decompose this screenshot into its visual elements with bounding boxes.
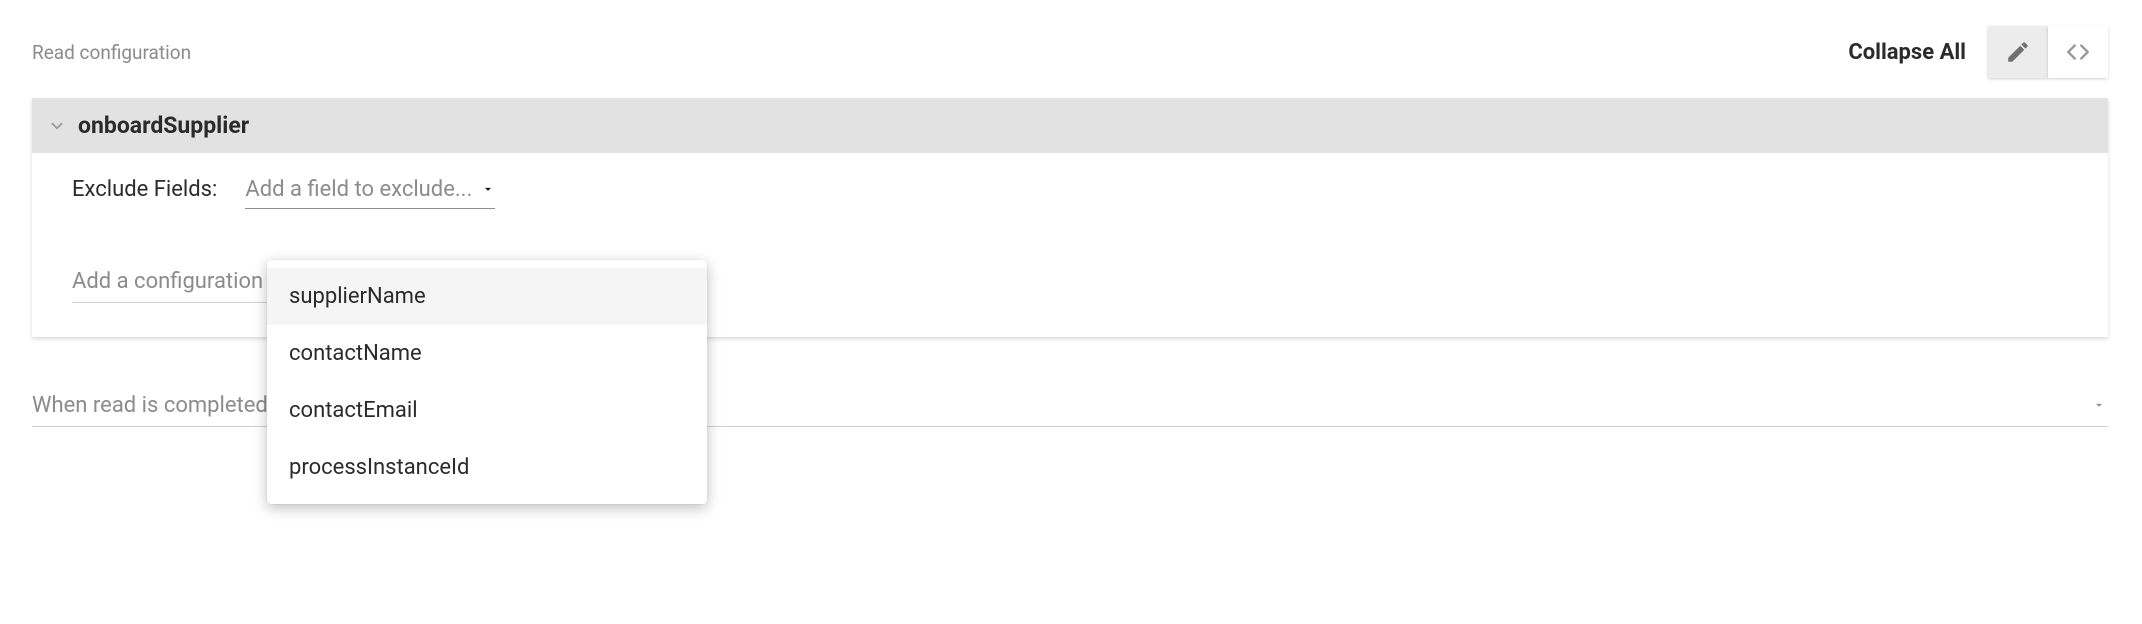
exclude-fields-placeholder: Add a field to exclude... (245, 177, 472, 202)
chevron-down-icon (46, 117, 68, 135)
caret-down-icon (481, 177, 495, 202)
dropdown-option[interactable]: contactEmail (267, 382, 707, 439)
dropdown-option[interactable]: supplierName (267, 268, 707, 325)
collapse-all-button[interactable]: Collapse All (1838, 34, 1976, 71)
exclude-fields-label: Exclude Fields: (72, 177, 217, 202)
exclude-fields-select[interactable]: Add a field to exclude... (245, 177, 495, 209)
code-icon (2062, 39, 2094, 65)
page-header: Read configuration Collapse All (32, 24, 2108, 80)
dropdown-option[interactable]: processInstanceId (267, 439, 707, 496)
dropdown-option[interactable]: contactName (267, 325, 707, 382)
view-mode-toggle (1988, 26, 2108, 78)
exclude-fields-dropdown-menu: supplierName contactName contactEmail pr… (267, 260, 707, 504)
caret-down-icon (2092, 393, 2106, 418)
add-configuration-placeholder: Add a configuration (72, 269, 263, 294)
page-title: Read configuration (32, 41, 191, 64)
code-mode-button[interactable] (2048, 26, 2108, 78)
when-read-completed-placeholder: When read is completed (32, 393, 268, 418)
accordion-title: onboardSupplier (78, 112, 249, 139)
pencil-icon (2005, 39, 2031, 65)
accordion-header[interactable]: onboardSupplier (32, 98, 2108, 153)
edit-mode-button[interactable] (1988, 26, 2048, 78)
